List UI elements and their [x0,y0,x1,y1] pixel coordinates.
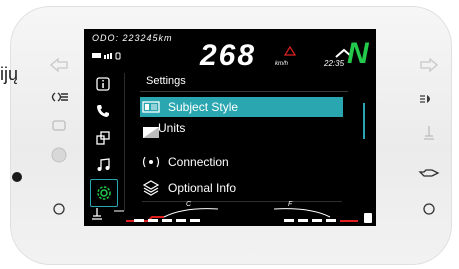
menu-item-label: Units [158,121,186,135]
menu-item-label: Optional Info [168,181,237,195]
clock-readout: 22:35 [324,59,345,68]
dashboard-screen: ODO: 223245km 268 km/h 22:35 N Settings … [84,29,376,226]
menu-scrollbar[interactable] [363,103,365,139]
menu-item-label: Subject Style [168,100,239,114]
bullet-dot [12,172,22,182]
menu-item-subject-style[interactable]: Subject Style [140,97,343,117]
coolant-icon [418,124,440,142]
music-icon[interactable] [90,152,116,178]
bottom-divider [142,201,342,202]
menu-item-label: Connection [168,155,229,169]
abs-icon [48,146,70,164]
speed-unit: km/h [275,61,289,67]
fuel-letter: F [288,201,293,208]
phone-icon[interactable] [90,98,116,124]
menu-title: Settings [146,75,186,87]
oil-pressure-icon [418,164,440,182]
temp-letter: C [186,201,192,208]
sidebar-divider [124,73,125,211]
navigation-icon[interactable] [90,125,116,151]
high-beam-icon [418,90,440,108]
round-button-left[interactable] [48,200,70,218]
menu-sidebar [90,71,120,208]
warning-icon [283,43,297,61]
right-turn-icon [418,56,440,74]
menu-item-connection[interactable]: Connection [140,152,343,172]
gear-indicator: N [347,37,369,70]
info-icon[interactable] [90,71,116,97]
connection-icon [140,155,162,169]
fog-light-icon [48,88,70,106]
coolant-gauge-icon [90,207,104,226]
menu-item-optional-info[interactable]: Optional Info [140,178,343,198]
left-turn-icon [48,56,70,74]
engine-icon [48,116,70,134]
odometer-readout: ODO: 223245km [92,33,173,43]
layers-icon [140,180,162,196]
page-edge-text: ijų [0,64,19,84]
theme-icon [140,101,162,113]
title-divider [140,91,348,92]
gauge-bars [114,208,372,223]
speed-readout: 268 [200,39,257,72]
round-button-right[interactable] [418,200,440,218]
menu-item-units[interactable]: Units [140,119,343,141]
battery-icon [92,47,126,65]
